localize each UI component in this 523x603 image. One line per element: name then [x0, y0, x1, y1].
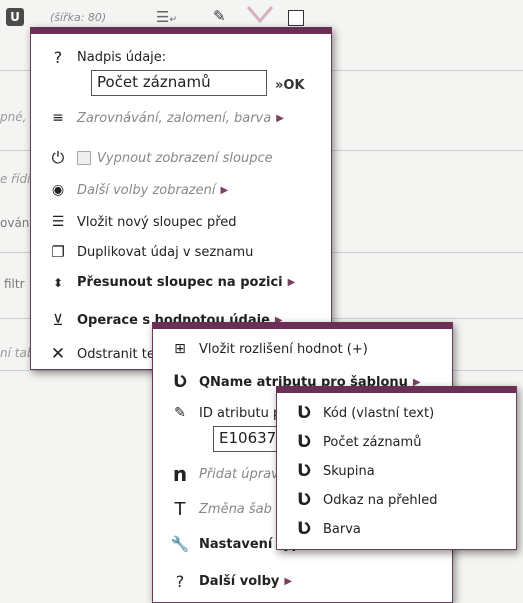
menu-item-distinct-values[interactable]: ⊞ Vložit rozlišení hodnot (+) [169, 341, 368, 357]
menu-item-more-options[interactable]: ? Další volby ▶ [169, 572, 292, 591]
move-updown-icon: ⬍ [52, 275, 64, 290]
menu-item-custom-code[interactable]: Ʋ Kód (vlastní text) [293, 403, 434, 423]
attribute-id-input[interactable]: E106371 [213, 426, 286, 452]
menu-item-label: Vložit rozlišení hodnot (+) [199, 341, 368, 357]
menu-item-attribute-id[interactable]: ✎ ID atributu p [169, 405, 281, 421]
menu-item-label: Vložit nový sloupec před [77, 214, 237, 230]
wrap-text-icon: ≡ [52, 110, 64, 126]
menu-item-label: Barva [323, 521, 361, 537]
text-icon: T [174, 499, 186, 520]
qname-submenu: Ʋ Kód (vlastní text) Ʋ Počet záznamů Ʋ S… [276, 386, 517, 550]
qname-icon: Ʋ [297, 403, 311, 423]
qname-icon: Ʋ [297, 519, 311, 539]
background-text: filtr [4, 277, 25, 291]
menu-item-overview-link[interactable]: Ʋ Odkaz na přehled [293, 490, 437, 510]
menu-item-align[interactable]: ≡ Zarovnávání, zalomení, barva ▶ [47, 110, 284, 126]
menu-item-add-edit[interactable]: n Přidat úprav [169, 462, 279, 486]
menu-item-hide-column[interactable]: ⏻ Vypnout zobrazení sloupce [47, 148, 273, 168]
qname-icon: Ʋ [173, 372, 187, 392]
tree-icon: ⊞ [174, 341, 186, 357]
checkbox[interactable] [288, 10, 304, 26]
edit-box-icon: ✎ [174, 405, 186, 421]
column-title-input[interactable]: Počet záznamů [91, 70, 267, 96]
wrench-icon: 🔧 [170, 535, 190, 553]
background-text: pné, [0, 110, 27, 124]
ok-button[interactable]: »OK [275, 78, 305, 93]
menu-item-color[interactable]: Ʋ Barva [293, 519, 361, 539]
help-icon: ? [175, 572, 185, 591]
menu-item-label: ID atributu p [199, 405, 282, 421]
menu-item-label: Duplikovat údaj v seznamu [77, 244, 254, 260]
submenu-arrow-icon: ▶ [220, 184, 229, 196]
copy-icon: ❐ [51, 243, 65, 261]
column-title-label: Nadpis údaje: [77, 50, 167, 65]
menu-item-label: Odstranit te [77, 346, 155, 362]
menu-item-label: Přesunout sloupec na pozici [77, 275, 283, 290]
menu-item-group[interactable]: Ʋ Skupina [293, 461, 375, 481]
eye-icon: ◉ [51, 182, 65, 198]
align-center-icon[interactable]: ☰↵ [156, 8, 177, 26]
insert-list-icon: ☰ [51, 214, 65, 230]
menu-item-label: Změna šab [199, 502, 272, 517]
background-text: e řídí [0, 172, 31, 186]
menu-item-label: Další volby [199, 574, 280, 589]
menu-item-insert-column[interactable]: ☰ Vložit nový sloupec před [47, 214, 237, 230]
submenu-arrow-icon: ▶ [276, 112, 284, 124]
n-icon: n [172, 462, 188, 486]
qname-icon: Ʋ [297, 461, 311, 481]
menu-item-label: Odkaz na přehled [323, 492, 438, 508]
menu-item-label: Přidat úprav [199, 466, 279, 482]
menu-item-label: Další volby zobrazení [77, 182, 216, 198]
menu-item-remove[interactable]: ✕ Odstranit te [47, 344, 155, 364]
hide-column-checkbox[interactable] [77, 151, 91, 165]
menu-item-record-count[interactable]: Ʋ Počet záznamů [293, 432, 421, 452]
submenu-arrow-icon: ▶ [284, 576, 293, 587]
menu-item-move-column[interactable]: ⬍ Přesunout sloupec na pozici ▶ [47, 275, 295, 290]
operation-icon: ⊻ [52, 311, 64, 329]
menu-item-label: Vypnout zobrazení sloupce [97, 150, 273, 166]
help-icon: ? [53, 48, 63, 67]
column-context-menu: ? Nadpis údaje: Počet záznamů »OK ≡ Zaro… [30, 27, 332, 370]
menu-item-duplicate[interactable]: ❐ Duplikovat údaj v seznamu [47, 243, 253, 261]
column-width-label: (šířka: 80) [50, 11, 107, 24]
field-type-icon[interactable]: U [6, 8, 24, 26]
qname-icon: Ʋ [297, 432, 311, 452]
menu-item-display-options[interactable]: ◉ Další volby zobrazení ▶ [47, 182, 228, 198]
menu-item-label: Zarovnávání, zalomení, barva [77, 110, 272, 126]
chevron-down-icon[interactable] [246, 5, 274, 25]
edit-icon[interactable]: ✎ [213, 7, 226, 25]
submenu-arrow-icon: ▶ [287, 277, 296, 288]
menu-item-change-template[interactable]: T Změna šab [169, 499, 272, 520]
qname-icon: Ʋ [297, 490, 311, 510]
menu-item-label: Počet záznamů [323, 434, 422, 450]
column-title-row: ? Nadpis údaje: [47, 48, 166, 67]
background-text: ování [0, 216, 33, 230]
close-icon: ✕ [50, 344, 66, 364]
menu-item-label: Kód (vlastní text) [323, 405, 435, 421]
menu-item-label: Skupina [323, 463, 375, 479]
power-icon: ⏻ [51, 148, 65, 167]
